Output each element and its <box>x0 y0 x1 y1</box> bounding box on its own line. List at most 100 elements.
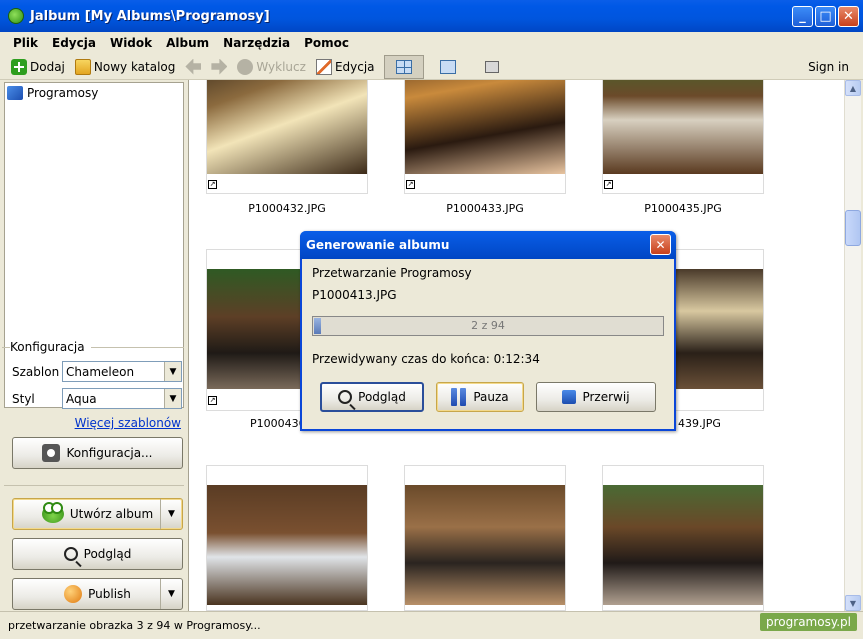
shortcut-arrow-icon: ↗ <box>406 180 415 189</box>
create-album-label: Utwórz album <box>69 507 154 521</box>
thumbnail-photo <box>405 80 565 174</box>
template-label: Szablon <box>12 364 60 379</box>
plus-icon <box>11 58 27 75</box>
minimize-button[interactable]: _ <box>792 6 813 27</box>
menu-plik[interactable]: Plik <box>6 36 45 50</box>
shortcut-arrow-icon: ↗ <box>208 396 217 405</box>
folder-icon <box>74 58 91 75</box>
new-folder-button[interactable]: Nowy katalog <box>70 56 181 78</box>
menu-narzedzia[interactable]: Narzędzia <box>216 36 297 50</box>
monitor-icon <box>484 60 499 73</box>
dialog-title: Generowanie albumu <box>306 238 450 252</box>
frog-icon <box>41 502 64 523</box>
add-button[interactable]: Dodaj <box>6 56 70 78</box>
generate-album-dialog: Generowanie albumu ✕ Przetwarzanie Progr… <box>300 231 676 431</box>
grid-view-icon <box>395 59 412 74</box>
exclude-button[interactable]: Wyklucz <box>232 56 311 78</box>
window-controls: _ □ ✕ <box>792 6 859 27</box>
folder-tree: Programosy <box>4 82 184 408</box>
menu-bar: Plik Edycja Widok Album Narzędzia Pomoc <box>0 32 863 54</box>
menu-edycja[interactable]: Edycja <box>45 36 103 50</box>
status-text: przetwarzanie obrazka 3 z 94 w Programos… <box>8 619 261 632</box>
menu-pomoc[interactable]: Pomoc <box>297 36 356 50</box>
thumbnail-caption: P1000432.JPG <box>248 202 326 215</box>
progress-text: 2 z 94 <box>471 319 505 332</box>
config-section-title: Konfiguracja <box>2 340 184 354</box>
create-album-button[interactable]: Utwórz album ▼ <box>12 498 183 530</box>
abort-button[interactable]: Przerwij <box>536 382 656 412</box>
status-bar: przetwarzanie obrazka 3 z 94 w Programos… <box>0 611 863 639</box>
settings-icon <box>42 444 61 462</box>
tree-item-programosy[interactable]: Programosy <box>5 83 183 103</box>
arrow-right-icon <box>211 58 228 75</box>
watermark-badge: programosy.pl <box>760 613 857 631</box>
dialog-title-bar: Generowanie albumu <box>300 231 676 259</box>
exclude-icon <box>237 58 254 75</box>
dialog-close-button[interactable]: ✕ <box>650 234 671 255</box>
album-icon <box>7 86 23 100</box>
template-value: Chameleon <box>66 364 135 379</box>
processing-text: Przetwarzanie Programosy <box>312 266 472 280</box>
thumbnail-photo <box>207 485 367 605</box>
more-templates-link[interactable]: Więcej szablonów <box>75 416 181 430</box>
shortcut-arrow-icon: ↗ <box>604 180 613 189</box>
menu-widok[interactable]: Widok <box>103 36 159 50</box>
scroll-down-icon[interactable]: ▼ <box>845 595 861 611</box>
pause-label: Pauza <box>473 390 509 404</box>
style-select[interactable]: Aqua ▼ <box>62 388 182 409</box>
image-view-icon <box>439 59 456 74</box>
publish-label: Publish <box>88 587 131 601</box>
magnifier-icon <box>338 390 353 404</box>
slide-view-button[interactable] <box>472 55 512 79</box>
style-value: Aqua <box>66 391 97 406</box>
preview-label: Podgląd <box>83 547 132 561</box>
publish-button[interactable]: Publish ▼ <box>12 578 183 610</box>
thumbnail-caption: P1000435.JPG <box>644 202 722 215</box>
forward-button[interactable] <box>206 56 232 78</box>
tree-item-label: Programosy <box>27 86 99 100</box>
divider <box>4 485 184 486</box>
thumbnail-photo <box>405 485 565 605</box>
left-panel: Programosy Konfiguracja Szablon Chameleo… <box>0 80 188 611</box>
chevron-down-icon: ▼ <box>164 389 181 408</box>
maximize-button[interactable]: □ <box>815 6 836 27</box>
scroll-up-icon[interactable]: ▲ <box>845 80 861 96</box>
title-bar: Jalbum [My Albums\Programosy] _ □ ✕ <box>0 0 863 32</box>
chevron-down-icon: ▼ <box>164 362 181 381</box>
configuration-label: Konfiguracja... <box>66 446 153 460</box>
template-select[interactable]: Chameleon ▼ <box>62 361 182 382</box>
thumbnail-photo <box>603 80 763 174</box>
progress-bar: 2 z 94 <box>312 316 664 336</box>
vertical-scrollbar[interactable]: ▲ ▼ <box>844 80 861 611</box>
thumbnail-photo <box>603 485 763 605</box>
edit-button[interactable]: Edycja <box>311 56 380 78</box>
style-row: Styl Aqua ▼ <box>12 388 184 409</box>
pause-icon <box>451 388 467 406</box>
create-album-dropdown[interactable]: ▼ <box>160 499 182 529</box>
dialog-preview-button[interactable]: Podgląd <box>320 382 424 412</box>
thumbnail-view-button[interactable] <box>383 54 424 79</box>
sign-in-link[interactable]: Sign in <box>808 60 849 74</box>
globe-upload-icon <box>64 585 83 603</box>
publish-dropdown[interactable]: ▼ <box>160 579 182 609</box>
configuration-button[interactable]: Konfiguracja... <box>12 437 183 469</box>
shortcut-arrow-icon: ↗ <box>208 180 217 189</box>
exclude-label: Wyklucz <box>256 59 306 74</box>
toolbar: Dodaj Nowy katalog Wyklucz Edycja Sign i… <box>0 54 863 80</box>
back-button[interactable] <box>180 56 206 78</box>
thumbnail-caption: P1000433.JPG <box>446 202 524 215</box>
template-row: Szablon Chameleon ▼ <box>12 361 184 382</box>
current-file-text: P1000413.JPG <box>312 288 397 302</box>
dialog-preview-label: Podgląd <box>358 390 406 404</box>
image-view-button[interactable] <box>428 55 468 79</box>
edit-label: Edycja <box>334 59 375 74</box>
arrow-left-icon <box>185 58 202 75</box>
preview-button[interactable]: Podgląd <box>12 538 183 570</box>
pause-button[interactable]: Pauza <box>436 382 524 412</box>
window-title: Jalbum [My Albums\Programosy] <box>30 8 270 24</box>
close-button[interactable]: ✕ <box>838 6 859 27</box>
style-label: Styl <box>12 391 35 406</box>
config-section-label: Konfiguracja <box>10 340 85 354</box>
menu-album[interactable]: Album <box>159 36 216 50</box>
scrollbar-thumb[interactable] <box>845 210 861 246</box>
